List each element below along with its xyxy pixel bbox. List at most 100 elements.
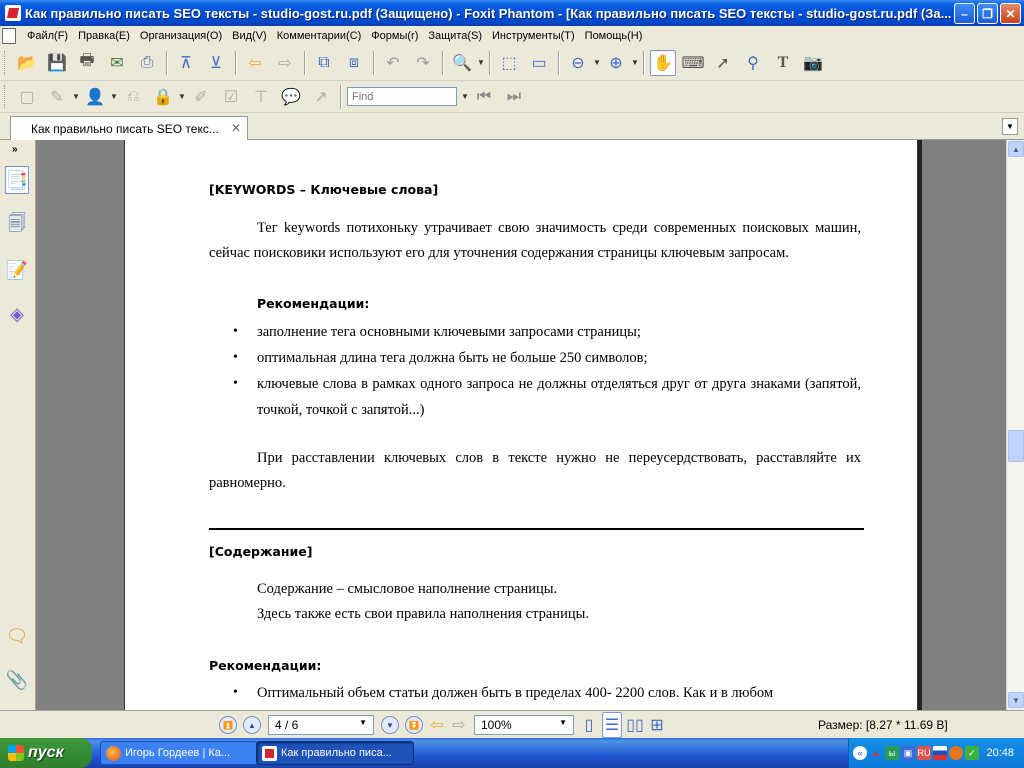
find-next-icon[interactable]: ⏭ — [501, 84, 527, 110]
next-page-nav-icon[interactable]: ▼ — [381, 716, 399, 734]
open-icon[interactable]: 📂 — [14, 50, 40, 76]
facing-pages-icon[interactable]: ▯▯ — [626, 712, 644, 738]
scroll-thumb[interactable] — [1008, 430, 1024, 462]
tray-flag-icon[interactable] — [933, 746, 947, 760]
restore-button[interactable]: ❐ — [977, 3, 998, 24]
find-dropdown[interactable]: ▼ — [461, 92, 469, 101]
tray-update-icon[interactable] — [949, 746, 963, 760]
page-number-field[interactable]: 4 / 6 ▼ — [268, 715, 374, 735]
email-icon[interactable]: ✉ — [104, 50, 130, 76]
tray-network-icon[interactable]: ▣ — [901, 746, 915, 760]
snapshot-icon[interactable]: 📷 — [800, 50, 826, 76]
layers-icon[interactable]: ◈ — [5, 300, 29, 328]
scroll-up-arrow[interactable]: ▲ — [1008, 141, 1024, 157]
minimize-button[interactable]: – — [954, 3, 975, 24]
toolbar-grip[interactable] — [4, 50, 8, 75]
foxit-app-icon[interactable] — [5, 5, 21, 21]
pages-icon[interactable]: 🗐 — [5, 212, 29, 240]
edit-doc-icon[interactable]: ✐ — [188, 84, 214, 110]
last-page-icon[interactable]: ⏬ — [405, 716, 423, 734]
history-back-icon[interactable]: ⇦ — [428, 712, 446, 738]
tray-arrow-icon[interactable]: « — [853, 746, 867, 760]
extract-pages-icon[interactable]: ⧉ — [311, 50, 337, 76]
pencil-icon[interactable]: ✎ — [44, 84, 70, 110]
page-dropdown-icon[interactable]: ▼ — [359, 718, 367, 732]
typewriter-icon[interactable]: T — [770, 50, 796, 76]
taskbar-item-foxit[interactable]: Как правильно писа... — [256, 741, 414, 765]
comments-panel-icon[interactable]: 🗨 — [5, 622, 29, 650]
tray-antivirus-icon[interactable]: ▲ — [869, 746, 883, 760]
scan-icon[interactable]: ⎙ — [134, 50, 160, 76]
link-arrow-icon[interactable]: ↗ — [308, 84, 334, 110]
tray-language-icon[interactable]: RU — [917, 746, 931, 760]
textbox-icon[interactable]: ⊤ — [248, 84, 274, 110]
fit-width-icon[interactable]: ▭ — [526, 50, 552, 76]
find-input[interactable] — [347, 87, 457, 106]
tab-list-dropdown[interactable]: ▼ — [1002, 118, 1018, 135]
tray-security-icon[interactable]: ✓ — [965, 746, 979, 760]
next-page-icon[interactable]: ⊻ — [203, 50, 229, 76]
previous-page-icon[interactable]: ⊼ — [173, 50, 199, 76]
comment-icon[interactable]: 💬 — [278, 84, 304, 110]
vertical-scrollbar[interactable]: ▲ ▼ — [1006, 140, 1024, 710]
close-button[interactable]: ✕ — [1000, 3, 1021, 24]
bookmarks-icon[interactable]: 📑 — [5, 166, 29, 194]
scroll-down-arrow[interactable]: ▼ — [1008, 692, 1024, 708]
zoom-out-icon[interactable]: ⊖ — [565, 50, 591, 76]
document-viewport[interactable]: [KEYWORDS – Ключевые слова] Тег keywords… — [36, 140, 1006, 710]
attachments-icon[interactable]: 📎 — [5, 666, 29, 694]
stamp-dropdown[interactable]: ▼ — [110, 92, 118, 101]
zoom-in-icon[interactable]: ⊕ — [603, 50, 629, 76]
save-icon[interactable]: 💾 — [44, 50, 70, 76]
tray-clock[interactable]: 20:48 — [986, 747, 1014, 759]
prev-page-icon[interactable]: ▲ — [243, 716, 261, 734]
toolbar-grip[interactable] — [4, 84, 8, 109]
first-page-icon[interactable]: ⏫ — [219, 716, 237, 734]
menu-tools[interactable]: Инструменты(T) — [487, 30, 580, 42]
menu-protect[interactable]: Защита(S) — [423, 30, 487, 42]
menu-organize[interactable]: Организация(O) — [135, 30, 227, 42]
document-tab[interactable]: Как правильно писать SEO текс... ✕ — [10, 116, 248, 140]
menu-view[interactable]: Вид(V) — [227, 30, 272, 42]
single-page-icon[interactable]: ▯ — [580, 712, 598, 738]
annotations-icon[interactable]: 📝 — [5, 256, 29, 284]
tab-close-icon[interactable]: ✕ — [231, 121, 241, 135]
select-arrow-icon[interactable]: ➚ — [710, 50, 736, 76]
continuous-page-icon[interactable]: ☰ — [602, 712, 622, 738]
binoculars-icon[interactable]: ⚲ — [740, 50, 766, 76]
lock-dropdown[interactable]: ▼ — [178, 92, 186, 101]
pencil-dropdown[interactable]: ▼ — [72, 92, 80, 101]
back-icon[interactable]: ⇦ — [242, 50, 268, 76]
zoom-in-dropdown[interactable]: ▼ — [631, 58, 639, 67]
document-icon[interactable] — [2, 27, 16, 44]
continuous-facing-icon[interactable]: ⊞ — [648, 712, 666, 738]
form-icon[interactable]: ☑ — [218, 84, 244, 110]
redo-icon[interactable]: ↷ — [410, 50, 436, 76]
history-forward-icon[interactable]: ⇨ — [450, 712, 468, 738]
start-button[interactable]: пуск — [0, 738, 92, 768]
menu-file[interactable]: Файл(F) — [22, 30, 73, 42]
zoom-dropdown-icon[interactable]: ▼ — [559, 718, 567, 732]
menu-comments[interactable]: Комментарии(C) — [272, 30, 367, 42]
rectangle-icon[interactable]: ▢ — [14, 84, 40, 110]
select-text-icon[interactable]: ⌨ — [680, 50, 706, 76]
find-previous-icon[interactable]: ⏮ — [471, 84, 497, 110]
menu-edit[interactable]: Правка(E) — [73, 30, 135, 42]
zoom-field[interactable]: 100% ▼ — [474, 715, 574, 735]
insert-pages-icon[interactable]: ⧈ — [341, 50, 367, 76]
fit-page-icon[interactable]: ⬚ — [496, 50, 522, 76]
zoom-out-dropdown[interactable]: ▼ — [593, 58, 601, 67]
undo-icon[interactable]: ↶ — [380, 50, 406, 76]
tray-app-icon[interactable]: ы — [885, 746, 899, 760]
forward-icon[interactable]: ⇨ — [272, 50, 298, 76]
lock-icon[interactable]: 🔒 — [150, 84, 176, 110]
stamp-icon[interactable]: 👤 — [82, 84, 108, 110]
hand-tool-icon[interactable]: ✋ — [650, 49, 676, 76]
attach-icon[interactable]: ⎌ — [120, 84, 146, 110]
print-icon[interactable]: 🖶 — [74, 50, 100, 76]
zoom-tool-dropdown[interactable]: ▼ — [477, 58, 485, 67]
zoom-tool-icon[interactable]: 🔍 — [449, 50, 475, 76]
menu-forms[interactable]: Формы(r) — [366, 30, 423, 42]
menu-help[interactable]: Помощь(H) — [580, 30, 648, 42]
expand-panel-icon[interactable]: » — [12, 144, 18, 155]
